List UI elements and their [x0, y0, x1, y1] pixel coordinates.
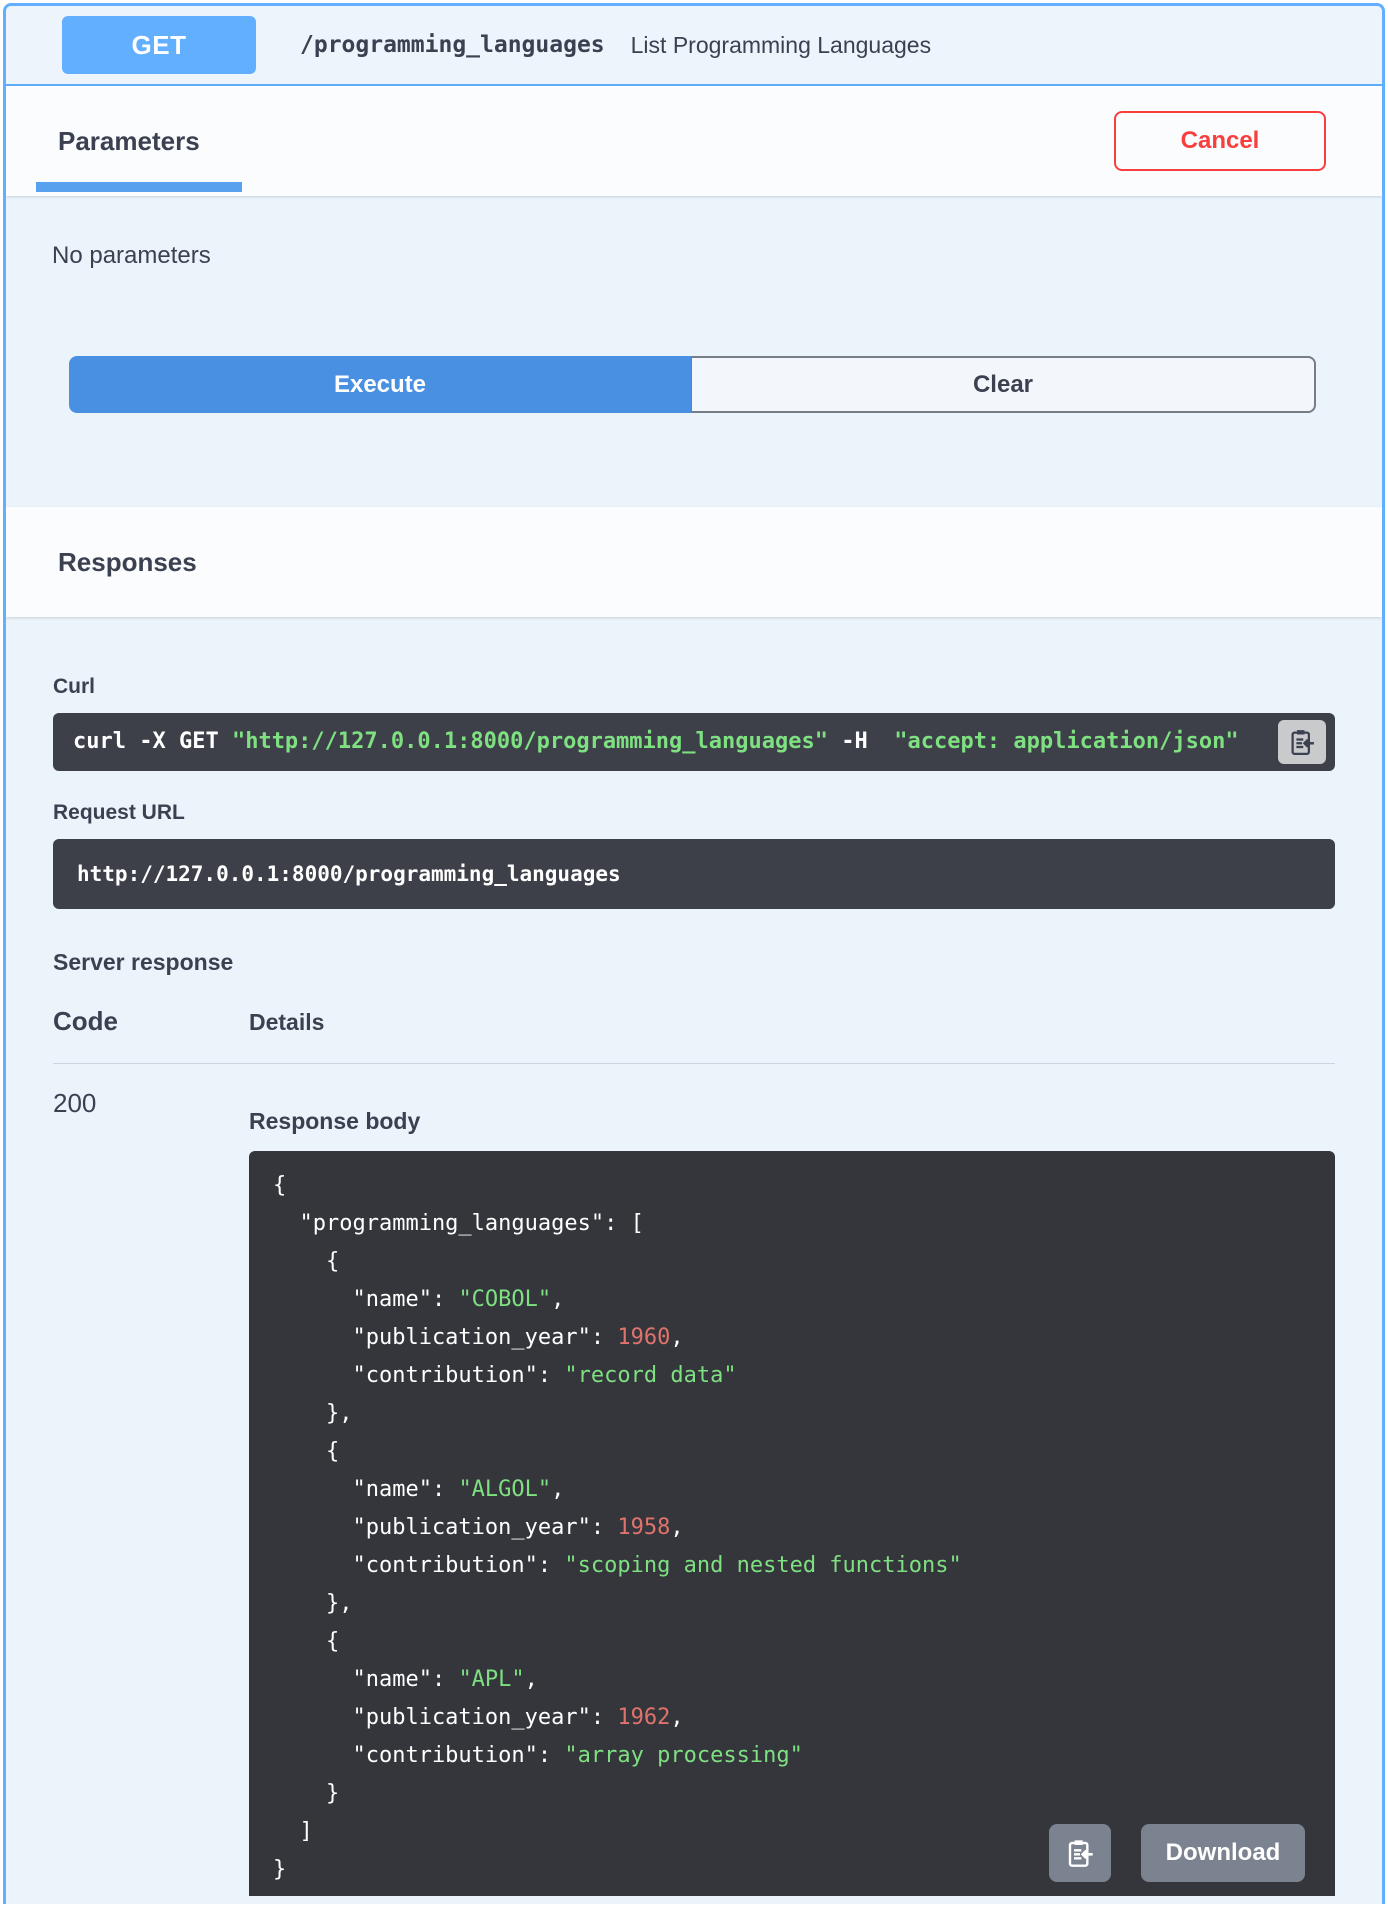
curl-command-bar[interactable]: curl -X GET "http://127.0.0.1:8000/progr…: [53, 713, 1335, 771]
parameters-body: No parameters Execute Clear: [6, 196, 1382, 507]
parameters-section-header: Parameters Cancel: [6, 86, 1382, 196]
operation-block-get: GET /programming_languages List Programm…: [3, 3, 1385, 1904]
response-body-code[interactable]: Download { "programming_languages": [ { …: [249, 1151, 1335, 1896]
execute-button[interactable]: Execute: [69, 356, 691, 413]
copy-curl-button[interactable]: [1278, 720, 1326, 764]
request-url-bar: http://127.0.0.1:8000/programming_langua…: [53, 839, 1335, 909]
clipboard-copy-icon: [1287, 727, 1317, 757]
request-url-label: Request URL: [53, 801, 185, 824]
responses-title: Responses: [58, 546, 197, 577]
method-badge[interactable]: GET: [62, 16, 256, 74]
server-response-label: Server response: [53, 949, 234, 975]
table-divider: [53, 1063, 1335, 1064]
no-parameters-message: No parameters: [52, 242, 211, 269]
response-body-actions: Download: [1049, 1824, 1305, 1882]
clipboard-copy-icon: [1064, 1837, 1096, 1869]
response-table-header: Code Details: [53, 1006, 1335, 1037]
tab-parameters[interactable]: Parameters: [52, 125, 206, 158]
clear-button[interactable]: Clear: [691, 356, 1316, 413]
cancel-button[interactable]: Cancel: [1114, 111, 1326, 171]
execute-row: Execute Clear: [69, 356, 1316, 413]
code-column-header: Code: [53, 1006, 118, 1036]
response-row: 200 Response body Download {"programmin…: [53, 1088, 1335, 1896]
responses-body: Curl curl -X GET "http://127.0.0.1:8000/…: [6, 617, 1382, 1904]
copy-response-button[interactable]: [1049, 1824, 1111, 1882]
response-details: Response body Download {"programming_la…: [249, 1088, 1335, 1896]
operation-path: /programming_languages: [300, 32, 605, 58]
details-column-header: Details: [249, 1009, 325, 1035]
responses-section-header: Responses: [6, 507, 1382, 617]
response-body-label: Response body: [249, 1108, 421, 1134]
tab-active-underline: [36, 182, 242, 192]
status-code: 200: [53, 1088, 97, 1118]
operation-summary: List Programming Languages: [630, 31, 932, 58]
curl-label: Curl: [53, 675, 95, 698]
download-button[interactable]: Download: [1141, 1824, 1305, 1882]
operation-summary-row[interactable]: GET /programming_languages List Programm…: [6, 6, 1382, 86]
